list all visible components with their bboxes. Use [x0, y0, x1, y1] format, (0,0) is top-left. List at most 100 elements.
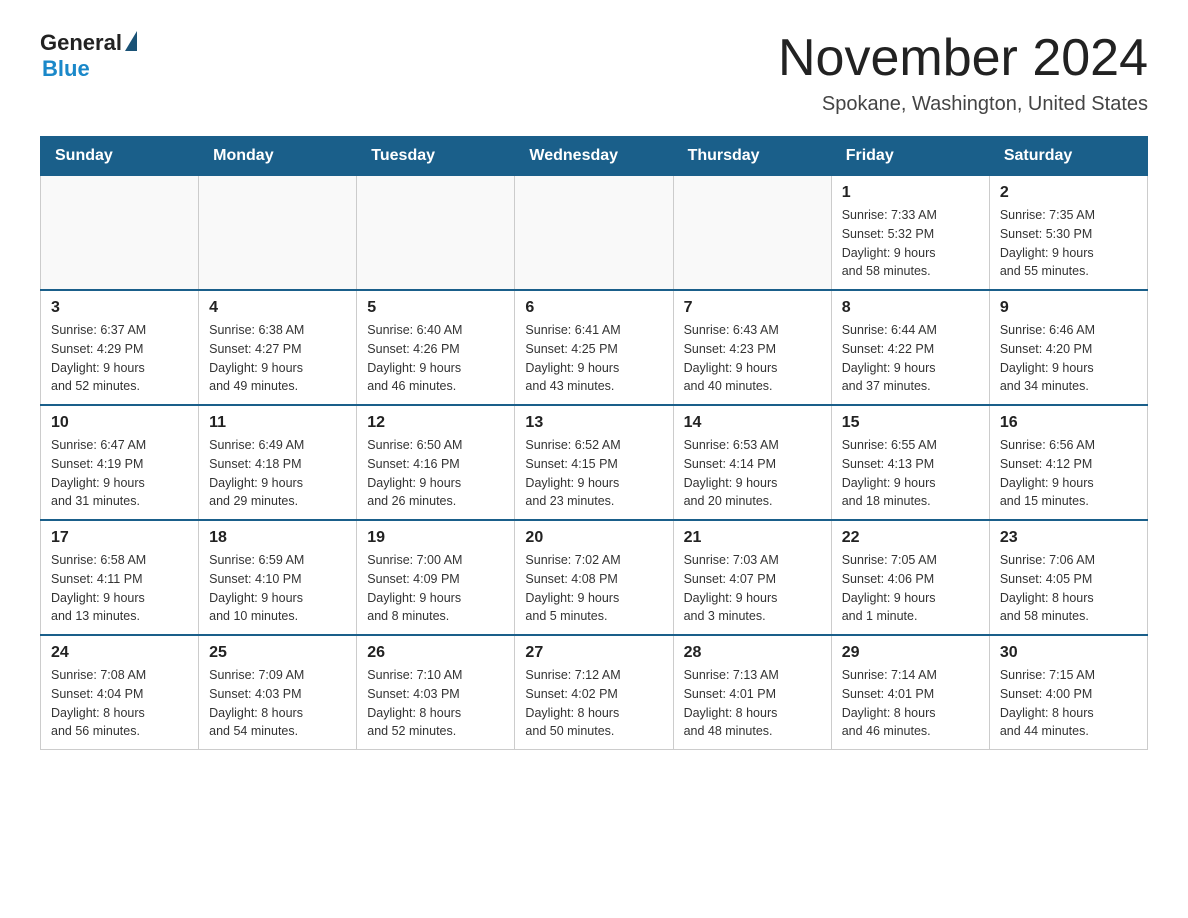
calendar-cell: 14 Sunrise: 6:53 AMSunset: 4:14 PMDayligh…	[673, 405, 831, 520]
logo-general: General	[40, 30, 122, 56]
calendar-cell: 9 Sunrise: 6:46 AMSunset: 4:20 PMDaylight…	[989, 290, 1147, 405]
day-number: 21	[684, 529, 821, 547]
day-number: 3	[51, 299, 188, 317]
calendar-cell	[515, 176, 673, 291]
calendar-cell: 24 Sunrise: 7:08 AMSunset: 4:04 PMDayligh…	[41, 635, 199, 750]
calendar-cell: 21 Sunrise: 7:03 AMSunset: 4:07 PMDayligh…	[673, 520, 831, 635]
calendar-cell: 8Sunrise: 6:44 AMSunset: 4:22 PMDaylight…	[831, 290, 989, 405]
column-header-wednesday: Wednesday	[515, 137, 673, 176]
calendar-cell	[673, 176, 831, 291]
day-number: 7	[684, 299, 821, 317]
calendar-cell: 4Sunrise: 6:38 AMSunset: 4:27 PMDaylight…	[199, 290, 357, 405]
day-number: 9	[1000, 299, 1137, 317]
day-number: 10	[51, 414, 188, 432]
column-header-monday: Monday	[199, 137, 357, 176]
calendar-cell: 23Sunrise: 7:06 AMSunset: 4:05 PMDayligh…	[989, 520, 1147, 635]
day-info: Sunrise: 6:58 AMSunset: 4:11 PMDaylight:…	[51, 551, 188, 626]
column-header-friday: Friday	[831, 137, 989, 176]
day-number: 14	[684, 414, 821, 432]
day-number: 16	[1000, 414, 1137, 432]
calendar-cell: 5 Sunrise: 6:40 AMSunset: 4:26 PMDaylight…	[357, 290, 515, 405]
day-number: 17	[51, 529, 188, 547]
calendar-cell: 1Sunrise: 7:33 AMSunset: 5:32 PMDaylight…	[831, 176, 989, 291]
day-number: 20	[525, 529, 662, 547]
day-number: 25	[209, 644, 346, 662]
day-info: Sunrise: 7:12 AMSunset: 4:02 PMDaylight:…	[525, 666, 662, 741]
calendar-cell: 30Sunrise: 7:15 AMSunset: 4:00 PMDayligh…	[989, 635, 1147, 750]
day-number: 15	[842, 414, 979, 432]
day-number: 28	[684, 644, 821, 662]
calendar-cell: 2 Sunrise: 7:35 AMSunset: 5:30 PMDaylight…	[989, 176, 1147, 291]
day-number: 5	[367, 299, 504, 317]
logo-triangle-icon	[125, 31, 137, 51]
day-info: Sunrise: 7:02 AMSunset: 4:08 PMDaylight:…	[525, 551, 662, 626]
day-info: Sunrise: 7:03 AMSunset: 4:07 PMDaylight:…	[684, 551, 821, 626]
calendar-cell: 28 Sunrise: 7:13 AMSunset: 4:01 PMDayligh…	[673, 635, 831, 750]
day-info: Sunrise: 7:05 AMSunset: 4:06 PMDaylight:…	[842, 551, 979, 626]
calendar-cell: 13 Sunrise: 6:52 AMSunset: 4:15 PMDayligh…	[515, 405, 673, 520]
day-info: Sunrise: 7:14 AMSunset: 4:01 PMDaylight:…	[842, 666, 979, 741]
calendar-cell: 16 Sunrise: 6:56 AMSunset: 4:12 PMDayligh…	[989, 405, 1147, 520]
day-info: Sunrise: 6:50 AMSunset: 4:16 PMDaylight:…	[367, 436, 504, 511]
day-info: Sunrise: 6:47 AMSunset: 4:19 PMDaylight:…	[51, 436, 188, 511]
day-number: 30	[1000, 644, 1137, 662]
calendar-cell	[357, 176, 515, 291]
location-subtitle: Spokane, Washington, United States	[778, 93, 1148, 116]
calendar-cell: 22Sunrise: 7:05 AMSunset: 4:06 PMDayligh…	[831, 520, 989, 635]
calendar-table: SundayMondayTuesdayWednesdayThursdayFrid…	[40, 136, 1148, 750]
calendar-week-1: 1Sunrise: 7:33 AMSunset: 5:32 PMDaylight…	[41, 176, 1148, 291]
day-info: Sunrise: 6:37 AMSunset: 4:29 PMDaylight:…	[51, 321, 188, 396]
calendar-week-2: 3 Sunrise: 6:37 AMSunset: 4:29 PMDaylight…	[41, 290, 1148, 405]
day-info: Sunrise: 6:49 AMSunset: 4:18 PMDaylight:…	[209, 436, 346, 511]
day-number: 12	[367, 414, 504, 432]
day-info: Sunrise: 6:41 AMSunset: 4:25 PMDaylight:…	[525, 321, 662, 396]
day-info: Sunrise: 7:09 AMSunset: 4:03 PMDaylight:…	[209, 666, 346, 741]
day-number: 23	[1000, 529, 1137, 547]
column-header-saturday: Saturday	[989, 137, 1147, 176]
day-info: Sunrise: 6:46 AMSunset: 4:20 PMDaylight:…	[1000, 321, 1137, 396]
calendar-cell: 18 Sunrise: 6:59 AMSunset: 4:10 PMDayligh…	[199, 520, 357, 635]
day-info: Sunrise: 7:35 AMSunset: 5:30 PMDaylight:…	[1000, 206, 1137, 281]
calendar-cell: 20 Sunrise: 7:02 AMSunset: 4:08 PMDayligh…	[515, 520, 673, 635]
day-info: Sunrise: 6:55 AMSunset: 4:13 PMDaylight:…	[842, 436, 979, 511]
calendar-week-5: 24 Sunrise: 7:08 AMSunset: 4:04 PMDayligh…	[41, 635, 1148, 750]
day-info: Sunrise: 7:33 AMSunset: 5:32 PMDaylight:…	[842, 206, 979, 281]
day-info: Sunrise: 6:56 AMSunset: 4:12 PMDaylight:…	[1000, 436, 1137, 511]
day-number: 13	[525, 414, 662, 432]
calendar-cell: 27 Sunrise: 7:12 AMSunset: 4:02 PMDayligh…	[515, 635, 673, 750]
day-info: Sunrise: 6:40 AMSunset: 4:26 PMDaylight:…	[367, 321, 504, 396]
title-section: November 2024 Spokane, Washington, Unite…	[778, 30, 1148, 116]
calendar-cell	[199, 176, 357, 291]
calendar-header-row: SundayMondayTuesdayWednesdayThursdayFrid…	[41, 137, 1148, 176]
calendar-cell: 12 Sunrise: 6:50 AMSunset: 4:16 PMDayligh…	[357, 405, 515, 520]
day-number: 29	[842, 644, 979, 662]
day-info: Sunrise: 6:59 AMSunset: 4:10 PMDaylight:…	[209, 551, 346, 626]
day-number: 2	[1000, 184, 1137, 202]
day-number: 24	[51, 644, 188, 662]
logo: General Blue	[40, 30, 137, 82]
column-header-sunday: Sunday	[41, 137, 199, 176]
day-info: Sunrise: 7:10 AMSunset: 4:03 PMDaylight:…	[367, 666, 504, 741]
calendar-week-3: 10 Sunrise: 6:47 AMSunset: 4:19 PMDayligh…	[41, 405, 1148, 520]
calendar-cell: 15 Sunrise: 6:55 AMSunset: 4:13 PMDayligh…	[831, 405, 989, 520]
day-number: 26	[367, 644, 504, 662]
day-info: Sunrise: 6:44 AMSunset: 4:22 PMDaylight:…	[842, 321, 979, 396]
calendar-cell: 17 Sunrise: 6:58 AMSunset: 4:11 PMDayligh…	[41, 520, 199, 635]
calendar-cell	[41, 176, 199, 291]
day-info: Sunrise: 6:52 AMSunset: 4:15 PMDaylight:…	[525, 436, 662, 511]
day-info: Sunrise: 6:53 AMSunset: 4:14 PMDaylight:…	[684, 436, 821, 511]
day-info: Sunrise: 7:13 AMSunset: 4:01 PMDaylight:…	[684, 666, 821, 741]
calendar-cell: 6Sunrise: 6:41 AMSunset: 4:25 PMDaylight…	[515, 290, 673, 405]
calendar-cell: 11 Sunrise: 6:49 AMSunset: 4:18 PMDayligh…	[199, 405, 357, 520]
day-number: 18	[209, 529, 346, 547]
day-number: 4	[209, 299, 346, 317]
day-info: Sunrise: 6:43 AMSunset: 4:23 PMDaylight:…	[684, 321, 821, 396]
page-header: General Blue November 2024 Spokane, Wash…	[40, 30, 1148, 116]
column-header-tuesday: Tuesday	[357, 137, 515, 176]
day-number: 11	[209, 414, 346, 432]
day-number: 19	[367, 529, 504, 547]
calendar-cell: 25 Sunrise: 7:09 AMSunset: 4:03 PMDayligh…	[199, 635, 357, 750]
day-number: 27	[525, 644, 662, 662]
day-info: Sunrise: 7:08 AMSunset: 4:04 PMDaylight:…	[51, 666, 188, 741]
month-title: November 2024	[778, 30, 1148, 87]
